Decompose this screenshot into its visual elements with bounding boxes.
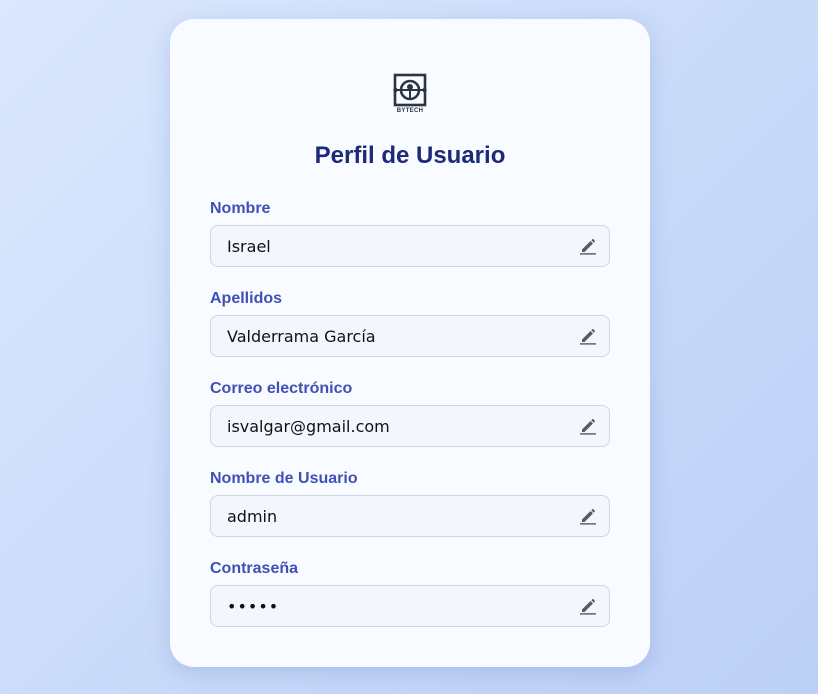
username-label: Nombre de Usuario: [210, 470, 358, 487]
pencil-icon[interactable]: [579, 507, 597, 525]
last-name-input[interactable]: [211, 316, 571, 356]
email-label: Correo electrónico: [210, 380, 353, 397]
password-label: Contraseña: [210, 560, 299, 577]
password-input[interactable]: [211, 586, 571, 626]
first-name-input[interactable]: [211, 226, 571, 266]
last-name-input-box: [210, 315, 610, 357]
bytech-logo-icon: [393, 73, 427, 107]
first-name-label: Nombre: [210, 200, 271, 217]
page-title: Perfil de Usuario: [314, 142, 506, 169]
pencil-icon[interactable]: [579, 237, 597, 255]
pencil-icon[interactable]: [579, 597, 597, 615]
first-name-input-box: [210, 225, 610, 267]
last-name-label: Apellidos: [210, 290, 283, 307]
password-input-box: [210, 585, 610, 627]
pencil-icon[interactable]: [579, 417, 597, 435]
first-name-field: Nombre: [210, 199, 610, 267]
username-input-box: [210, 495, 610, 537]
email-input[interactable]: [211, 406, 571, 446]
password-field: Contraseña: [210, 559, 610, 627]
pencil-icon[interactable]: [579, 327, 597, 345]
brand-logo: BYTECH: [391, 73, 429, 115]
username-field: Nombre de Usuario: [210, 469, 610, 537]
logo-text: BYTECH: [396, 108, 424, 114]
username-input[interactable]: [211, 496, 571, 536]
email-field: Correo electrónico: [210, 379, 610, 447]
last-name-field: Apellidos: [210, 289, 610, 357]
email-input-box: [210, 405, 610, 447]
profile-card: BYTECH Perfil de Usuario Nombre Apellido…: [170, 19, 650, 667]
